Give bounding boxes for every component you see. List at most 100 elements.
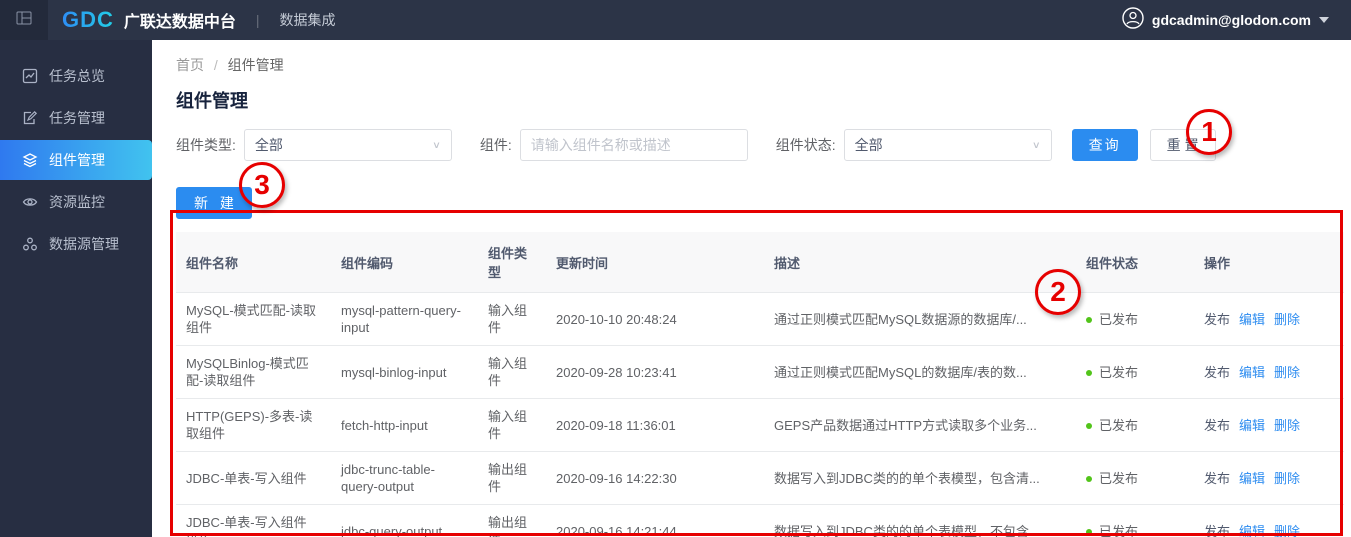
breadcrumb: 首页 / 组件管理: [176, 55, 1327, 75]
sidebar: 任务总览 任务管理 组件管理 资源监控 数据源管理: [0, 40, 152, 537]
cell-component-type: 输入组件: [478, 345, 546, 399]
cell-updated-time: 2020-09-18 11:36:01: [546, 398, 764, 452]
layers-icon: [22, 152, 38, 168]
table-row: MySQLBinlog-模式匹配-读取组件 mysql-binlog-input…: [176, 345, 1344, 399]
delete-link[interactable]: 删除: [1274, 471, 1300, 486]
reset-button[interactable]: 重置: [1149, 129, 1216, 161]
status-text: 已发布: [1099, 311, 1139, 327]
breadcrumb-home[interactable]: 首页: [176, 57, 204, 73]
sidebar-item-task-management[interactable]: 任务管理: [0, 98, 152, 138]
status-dot: [1086, 317, 1092, 324]
component-status-value: 全部: [854, 137, 883, 153]
cell-operations: 发布 编辑 删除: [1194, 504, 1344, 537]
sidebar-item-datasource-management[interactable]: 数据源管理: [0, 224, 152, 264]
page-title: 组件管理: [176, 91, 248, 111]
component-status-select[interactable]: 全部 ∨: [843, 129, 1052, 161]
header-description: 描述: [764, 232, 1076, 293]
header-component-status: 组件状态: [1076, 232, 1194, 293]
edit-link[interactable]: 编辑: [1239, 471, 1265, 486]
edit-link[interactable]: 编辑: [1239, 365, 1265, 380]
status-text: 已发布: [1099, 523, 1139, 537]
publish-link[interactable]: 发布: [1204, 524, 1230, 537]
cell-component-name: JDBC-单表-写入组件: [176, 451, 331, 505]
avatar-icon: [1122, 6, 1144, 34]
cell-component-type: 输出组件: [478, 504, 546, 537]
search-button[interactable]: 查询: [1071, 129, 1138, 161]
edit-link[interactable]: 编辑: [1239, 418, 1265, 433]
header-component-name: 组件名称: [176, 232, 331, 293]
cell-component-code: jdbc-trunc-table-query-output: [331, 451, 478, 505]
table-row: MySQL-模式匹配-读取组件 mysql-pattern-query-inpu…: [176, 292, 1344, 346]
cell-component-name: HTTP(GEPS)-多表-读取组件: [176, 398, 331, 452]
header-component-type: 组件类型: [478, 232, 546, 293]
breadcrumb-current: 组件管理: [227, 57, 284, 73]
component-search-input[interactable]: [519, 129, 748, 161]
menu-collapse-button[interactable]: [0, 0, 48, 40]
edit-link[interactable]: 编辑: [1239, 524, 1265, 537]
task-edit-icon: [22, 110, 38, 126]
cell-description: 数据写入到JDBC类的的单个表模型，不包含...: [764, 504, 1076, 537]
cell-component-type: 输出组件: [478, 451, 546, 505]
delete-link[interactable]: 删除: [1274, 418, 1300, 433]
sidebar-item-resource-monitor[interactable]: 资源监控: [0, 182, 152, 222]
cell-operations: 发布 编辑 删除: [1194, 292, 1344, 346]
cell-description: GEPS产品数据通过HTTP方式读取多个业务...: [764, 398, 1076, 452]
status-text: 已发布: [1099, 417, 1139, 433]
sidebar-item-component-management[interactable]: 组件管理: [0, 140, 152, 180]
table-row: HTTP(GEPS)-多表-读取组件 fetch-http-input 输入组件…: [176, 398, 1344, 452]
component-status-label: 组件状态:: [775, 137, 836, 153]
delete-link[interactable]: 删除: [1274, 365, 1300, 380]
header-updated-time: 更新时间: [546, 232, 764, 293]
publish-link[interactable]: 发布: [1204, 365, 1230, 380]
cell-component-status: 已发布: [1076, 451, 1194, 505]
sidebar-item-label: 任务总览: [49, 68, 105, 84]
nav-data-integration[interactable]: 数据集成: [280, 10, 336, 30]
cell-component-type: 输入组件: [478, 292, 546, 346]
publish-link[interactable]: 发布: [1204, 471, 1230, 486]
cell-component-code: fetch-http-input: [331, 398, 478, 452]
component-name-label: 组件:: [479, 137, 512, 153]
filter-row: 组件类型: 全部 ∨ 组件: 组件状态: 全部 ∨ 查询 重置: [176, 129, 1327, 161]
cell-component-name: MySQLBinlog-模式匹配-读取组件: [176, 345, 331, 399]
component-type-select[interactable]: 全部 ∨: [243, 129, 452, 161]
cell-component-status: 已发布: [1076, 504, 1194, 537]
chart-overview-icon: [22, 68, 38, 84]
eye-monitor-icon: [22, 194, 38, 210]
sidebar-item-task-overview[interactable]: 任务总览: [0, 56, 152, 96]
table-header-row: 组件名称 组件编码 组件类型 更新时间 描述 组件状态 操作: [176, 232, 1344, 293]
cell-updated-time: 2020-09-28 10:23:41: [546, 345, 764, 399]
sidebar-item-label: 任务管理: [49, 110, 105, 126]
status-dot: [1086, 476, 1092, 483]
component-table-body: MySQL-模式匹配-读取组件 mysql-pattern-query-inpu…: [176, 292, 1344, 537]
header-operations: 操作: [1194, 232, 1344, 293]
sidebar-item-label: 资源监控: [49, 194, 105, 210]
app-title: 广联达数据中台: [123, 14, 236, 31]
publish-link[interactable]: 发布: [1204, 418, 1230, 433]
main-content: 首页 / 组件管理 组件管理 组件类型: 全部 ∨ 组件: 组件状态: 全部 ∨…: [152, 40, 1351, 537]
delete-link[interactable]: 删除: [1274, 312, 1300, 327]
cell-component-code: mysql-binlog-input: [331, 345, 478, 399]
publish-link[interactable]: 发布: [1204, 312, 1230, 327]
cell-updated-time: 2020-09-16 14:21:44: [546, 504, 764, 537]
status-text: 已发布: [1099, 470, 1139, 486]
edit-link[interactable]: 编辑: [1239, 312, 1265, 327]
cell-operations: 发布 编辑 删除: [1194, 451, 1344, 505]
cell-component-type: 输入组件: [478, 398, 546, 452]
chevron-down-icon: ∨: [432, 139, 441, 151]
component-table: 组件名称 组件编码 组件类型 更新时间 描述 组件状态 操作 MySQL-模式匹…: [176, 232, 1344, 537]
chevron-down-icon: ∨: [1031, 139, 1041, 151]
cell-operations: 发布 编辑 删除: [1194, 345, 1344, 399]
cell-component-name: JDBC-单表-写入组件(旧): [176, 504, 331, 537]
gdc-logo: GDC: [62, 7, 114, 32]
user-menu[interactable]: gdcadmin@glodon.com: [1122, 6, 1351, 34]
delete-link[interactable]: 删除: [1274, 524, 1300, 537]
cell-component-code: jdbc-query-output: [331, 504, 478, 537]
cell-description: 数据写入到JDBC类的的单个表模型，包含清...: [764, 451, 1076, 505]
cell-component-status: 已发布: [1076, 398, 1194, 452]
status-text: 已发布: [1099, 364, 1139, 380]
table-row: JDBC-单表-写入组件 jdbc-trunc-table-query-outp…: [176, 451, 1344, 505]
cell-component-name: MySQL-模式匹配-读取组件: [176, 292, 331, 346]
new-component-button[interactable]: 新 建: [176, 187, 252, 219]
cell-description: 通过正则模式匹配MySQL的数据库/表的数...: [764, 345, 1076, 399]
component-type-value: 全部: [254, 137, 283, 153]
